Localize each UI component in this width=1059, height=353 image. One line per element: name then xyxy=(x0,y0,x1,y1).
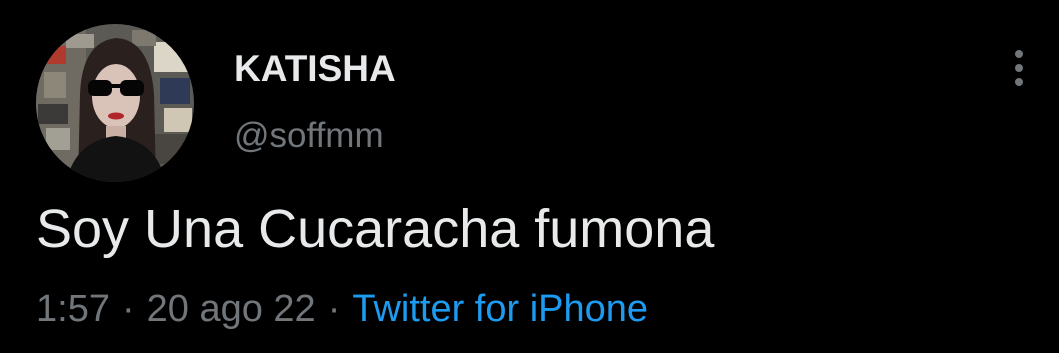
avatar-image xyxy=(36,24,194,182)
more-dot xyxy=(1015,64,1023,72)
tweet-text: Soy Una Cucaracha fumona xyxy=(36,199,715,259)
meta-separator: · xyxy=(121,288,135,330)
tweet-card: KATISHA @soffmm Soy Una Cucaracha fumona… xyxy=(0,0,1059,353)
author-display-name[interactable]: KATISHA xyxy=(234,48,396,90)
avatar[interactable] xyxy=(36,24,194,182)
more-dot xyxy=(1015,50,1023,58)
more-dot xyxy=(1015,78,1023,86)
author-handle[interactable]: @soffmm xyxy=(234,116,384,156)
tweet-time[interactable]: 1:57 xyxy=(36,288,110,330)
tweet-source-link[interactable]: Twitter for iPhone xyxy=(352,288,648,330)
more-options-icon[interactable] xyxy=(1004,44,1036,92)
tweet-date[interactable]: 20 ago 22 xyxy=(147,288,316,330)
tweet-metadata: 1:57 · 20 ago 22 · Twitter for iPhone xyxy=(36,288,648,331)
meta-separator: · xyxy=(327,288,341,330)
